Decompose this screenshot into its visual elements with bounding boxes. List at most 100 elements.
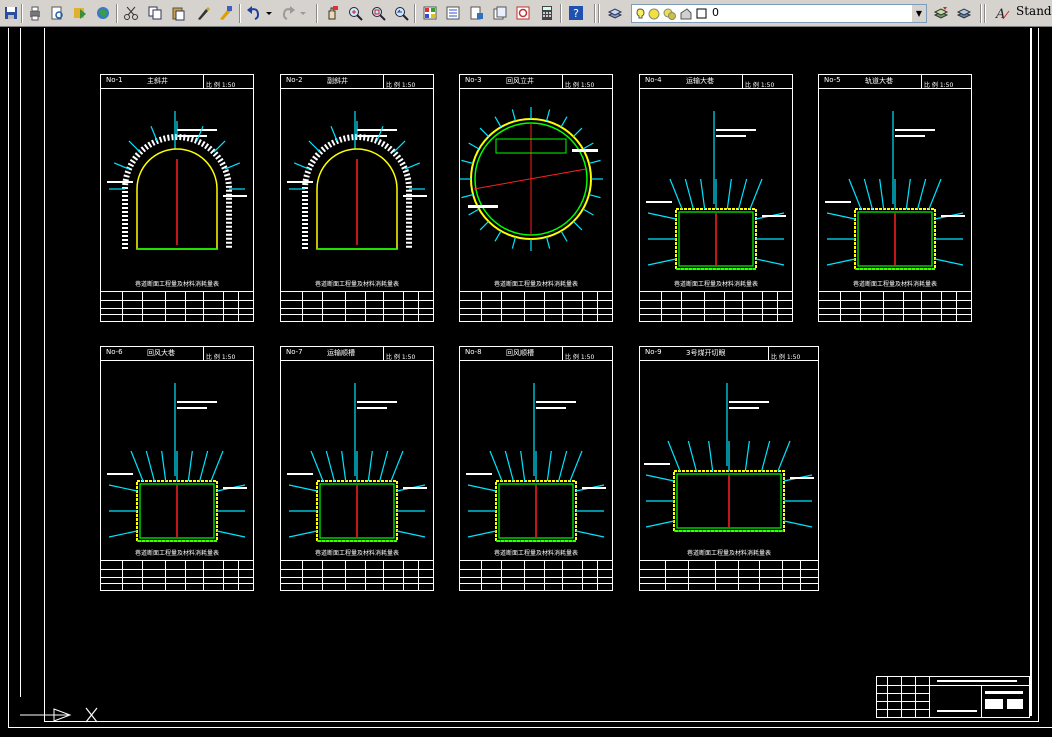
properties-icon[interactable]	[420, 3, 440, 23]
table-column-rule	[742, 292, 743, 321]
scale-cell: 比 例 1:50	[562, 347, 612, 361]
section-drawing	[107, 383, 247, 542]
section-sheet[interactable]: No-9 3号煤开切眼 比 例 1:50 巷道断面工程量及材料消耗量表	[639, 346, 819, 591]
design-center-icon[interactable]	[443, 3, 463, 23]
table-column-rule	[562, 292, 563, 321]
section-sheet[interactable]: No-4 运输大巷 比 例 1:50 巷道断面工程量及材料消耗量表	[639, 74, 793, 322]
cut-icon[interactable]	[121, 3, 141, 23]
layer-dropdown[interactable]: 0 ▼	[631, 4, 927, 23]
table-rule	[819, 300, 971, 301]
sheet-set-manager-icon[interactable]	[490, 3, 510, 23]
sheet-number: No-3	[465, 76, 482, 84]
match-properties-icon[interactable]	[193, 3, 213, 23]
table-column-rule	[481, 561, 482, 590]
table-column-rule	[524, 292, 525, 321]
quantity-table	[460, 560, 612, 590]
text-style-icon[interactable]: A	[992, 3, 1012, 23]
table-column-rule	[661, 292, 662, 321]
section-sheet[interactable]: No-1 主斜井 比 例 1:50 巷道断面工程量及材料消耗量表	[100, 74, 254, 322]
scale-cell: 比 例 1:50	[383, 347, 433, 361]
sheet-scale: 比 例 1:50	[206, 354, 236, 361]
zoom-previous-icon[interactable]	[391, 3, 411, 23]
table-column-rule	[738, 561, 739, 590]
section-drawing	[825, 111, 965, 270]
table-column-rule	[302, 292, 303, 321]
plot-preview-icon[interactable]	[47, 3, 67, 23]
table-rule	[281, 577, 433, 578]
print-icon[interactable]	[25, 3, 45, 23]
layer-properties-icon[interactable]	[605, 3, 625, 23]
quantity-table-caption: 巷道断面工程量及材料消耗量表	[673, 281, 758, 288]
tool-palettes-icon[interactable]	[466, 3, 486, 23]
quickcalc-icon[interactable]	[537, 3, 557, 23]
table-column-rule	[403, 292, 404, 321]
block-editor-icon[interactable]	[216, 3, 236, 23]
text-style-dropdown[interactable]: Standa	[1016, 4, 1052, 18]
sheet-scale: 比 例 1:50	[565, 82, 595, 89]
scale-cell: 比 例 1:50	[921, 75, 971, 89]
scale-cell: 比 例 1:50	[562, 75, 612, 89]
table-column-rule	[704, 292, 705, 321]
section-sheet[interactable]: No-2 副斜井 比 例 1:50 巷道断面工程量及材料消耗量表	[280, 74, 434, 322]
help-icon[interactable]: ?	[566, 3, 586, 23]
copy-icon[interactable]	[145, 3, 165, 23]
table-rule	[640, 314, 792, 315]
sheet-number: No-4	[645, 76, 662, 84]
table-column-rule	[383, 292, 384, 321]
markup-set-manager-icon[interactable]	[513, 3, 533, 23]
table-column-rule	[544, 292, 545, 321]
table-column-rule	[501, 292, 502, 321]
table-rule	[281, 314, 433, 315]
section-sheet[interactable]: No-8 回风顺槽 比 例 1:50 巷道断面工程量及材料消耗量表	[459, 346, 613, 591]
chevron-down-icon[interactable]: ▼	[912, 5, 926, 22]
sheet-header: No-3 回风立井 比 例 1:50	[460, 75, 612, 89]
section-sheet[interactable]: No-3 回风立井 比 例 1:50 巷道断面工程量及材料消耗量表	[459, 74, 613, 322]
table-column-rule	[582, 292, 583, 321]
cross-section-drawing	[825, 111, 965, 270]
redo-icon[interactable]	[278, 3, 298, 23]
table-column-rule	[582, 561, 583, 590]
table-column-rule	[903, 292, 904, 321]
drawing-area[interactable]: No-1 主斜井 比 例 1:50 巷道断面工程量及材料消耗量表 No-2 副斜…	[0, 28, 1052, 737]
table-rule	[640, 583, 818, 584]
sheet-title: 运输顺槽	[327, 349, 355, 357]
undo-dropdown-icon[interactable]	[264, 3, 274, 23]
sheet-number: No-7	[286, 348, 303, 356]
quantity-table	[640, 291, 792, 321]
table-rule	[281, 569, 433, 570]
sheet-number: No-6	[106, 348, 123, 356]
section-sheet[interactable]: No-5 轨道大巷 比 例 1:50 巷道断面工程量及材料消耗量表	[818, 74, 972, 322]
pan-realtime-icon[interactable]	[322, 3, 342, 23]
table-column-rule	[562, 561, 563, 590]
svg-text:?: ?	[573, 7, 579, 20]
table-column-rule	[418, 292, 419, 321]
make-object-layer-current-icon[interactable]	[931, 3, 951, 23]
table-rule	[819, 308, 971, 309]
undo-icon[interactable]	[244, 3, 264, 23]
table-column-rule	[921, 292, 922, 321]
layer-state-icons	[636, 8, 707, 20]
layer-previous-icon[interactable]	[954, 3, 974, 23]
paste-icon[interactable]	[168, 3, 188, 23]
table-rule	[101, 583, 253, 584]
table-column-rule	[544, 561, 545, 590]
publish-web-icon[interactable]	[93, 3, 113, 23]
zoom-window-icon[interactable]	[368, 3, 388, 23]
zoom-realtime-icon[interactable]	[345, 3, 365, 23]
quantity-table-caption: 巷道断面工程量及材料消耗量表	[314, 281, 399, 288]
quantity-table	[281, 560, 433, 590]
publish-icon[interactable]	[70, 3, 90, 23]
sheet-header: No-9 3号煤开切眼 比 例 1:50	[640, 347, 818, 361]
save-icon[interactable]	[1, 3, 21, 23]
sheet-header: No-5 轨道大巷 比 例 1:50	[819, 75, 971, 89]
scale-cell: 比 例 1:50	[768, 347, 818, 361]
svg-text:A: A	[995, 7, 1005, 21]
redo-dropdown-icon[interactable]	[298, 3, 308, 23]
table-rule	[460, 577, 612, 578]
section-drawing	[107, 111, 247, 250]
section-sheet[interactable]: No-7 运输顺槽 比 例 1:50 巷道断面工程量及材料消耗量表	[280, 346, 434, 591]
section-sheet[interactable]: No-6 回风大巷 比 例 1:50 巷道断面工程量及材料消耗量表	[100, 346, 254, 591]
layer-name-value: 0	[712, 6, 719, 19]
quantity-table-caption: 巷道断面工程量及材料消耗量表	[686, 550, 771, 557]
table-rule	[101, 300, 253, 301]
